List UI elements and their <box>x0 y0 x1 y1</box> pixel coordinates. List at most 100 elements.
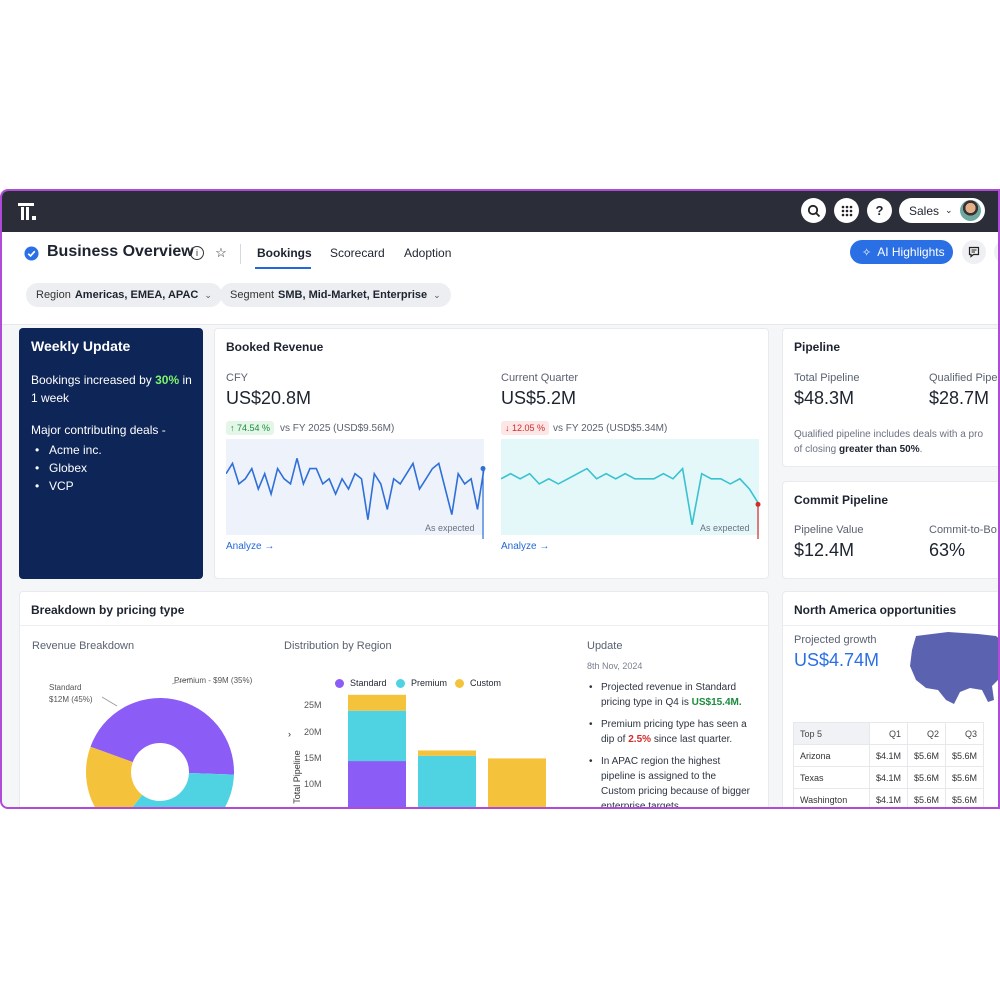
legend-label: Custom <box>470 678 502 688</box>
pie-label-premium: Premium - $9M (35%) <box>174 676 253 685</box>
booked-revenue-title: Booked Revenue <box>226 340 324 354</box>
quarter-analyze-link[interactable]: Analyze → <box>501 541 549 552</box>
pipeline-title: Pipeline <box>794 340 841 354</box>
table-header[interactable]: Q2 <box>907 722 947 745</box>
y-tick: 15M <box>304 753 322 763</box>
pie-label-standard-value: $12M (45%) <box>49 695 93 704</box>
segment-filter-label: Segment <box>230 289 275 301</box>
legend-dot <box>396 678 405 688</box>
legend-standard: Standard <box>335 678 387 688</box>
pricing-breakdown-card: Breakdown by pricing type Revenue Breakd… <box>19 591 770 807</box>
table-header[interactable]: Top 5 <box>793 722 870 745</box>
segment-filter[interactable]: Segment SMB, Mid-Market, Enterprise ⌄ <box>220 283 451 307</box>
deals-heading: Major contributing deals - <box>31 423 166 437</box>
commit-ratio-label: Commit-to-Bo <box>929 524 997 536</box>
org-selector[interactable]: Sales ⌄ <box>899 198 985 223</box>
help-icon[interactable]: ? <box>867 198 892 223</box>
tab-bookings[interactable]: Bookings <box>257 246 312 260</box>
pipeline-note-threshold: greater than 50% <box>839 444 920 455</box>
projected-growth-value: US$4.74M <box>794 650 880 670</box>
search-icon[interactable] <box>801 198 826 223</box>
table-header[interactable]: Q1 <box>868 722 909 745</box>
us-map <box>910 632 998 704</box>
y-tick: 10M <box>304 779 322 789</box>
arrow-up-icon: ↑ <box>230 423 238 433</box>
list-item: Acme inc. <box>49 441 102 459</box>
table-row[interactable]: Arizona $4.1M $5.6M $5.6M <box>793 744 985 767</box>
legend-premium: Premium <box>396 678 447 688</box>
apps-grid-icon[interactable] <box>834 198 859 223</box>
update-date: 8th Nov, 2024 <box>587 661 643 671</box>
legend-dot <box>455 678 464 688</box>
ai-highlights-label: AI Highlights <box>877 245 945 259</box>
nao-title: North America opportunities <box>794 603 957 617</box>
ai-highlights-button[interactable]: ✧ AI Highlights <box>850 240 953 264</box>
more-button[interactable] <box>994 240 998 264</box>
cfy-caption: As expected <box>425 523 475 533</box>
region-filter-value: Americas, EMEA, APAC <box>74 289 199 301</box>
comment-icon[interactable] <box>962 240 986 264</box>
update-text: since last quarter. <box>653 734 733 745</box>
page-title: Business Overview <box>47 243 194 260</box>
list-item: Projected revenue in Standard pricing ty… <box>587 680 752 710</box>
segment-filter-value: SMB, Mid-Market, Enterprise <box>278 289 428 301</box>
table-cell: $5.6M <box>945 788 985 807</box>
chevron-down-icon: ⌄ <box>204 289 212 300</box>
table-row[interactable]: Washington $4.1M $5.6M $5.6M <box>793 788 985 807</box>
table-row[interactable]: Texas $4.1M $5.6M $5.6M <box>793 766 985 789</box>
north-america-card: North America opportunities Projected gr… <box>782 591 998 807</box>
chevron-right-icon[interactable]: › <box>288 729 291 739</box>
legend-label: Premium <box>411 678 448 688</box>
pie-label-standard: Standard $12M (45%) <box>49 682 93 706</box>
current-point <box>755 501 761 507</box>
pipeline-value: $12.4M <box>794 540 855 560</box>
avatar[interactable] <box>960 200 981 221</box>
table-cell: $5.6M <box>907 744 947 767</box>
weekly-update-summary: Bookings increased by 30% in 1 week <box>31 371 196 407</box>
top-bar: ? Sales ⌄ <box>2 191 998 232</box>
bar-custom <box>418 750 476 756</box>
tab-adoption[interactable]: Adoption <box>404 246 451 260</box>
chart-background <box>501 439 759 535</box>
table-cell: $5.6M <box>945 744 985 767</box>
chevron-down-icon: ⌄ <box>945 205 953 215</box>
table-cell: Washington <box>793 788 870 807</box>
list-item: Premium pricing type has seen a dip of 2… <box>587 717 752 747</box>
pipeline-note-line1: Qualified pipeline includes deals with a… <box>794 429 984 440</box>
region-filter-label: Region <box>36 289 71 301</box>
table-cell: $4.1M <box>868 744 909 767</box>
cfy-change-badge: ↑ 74.54 % <box>226 421 275 435</box>
divider <box>240 244 241 264</box>
page-header: Business Overview i ☆ Bookings Scorecard… <box>2 232 998 325</box>
top5-table: Top 5 Q1 Q2 Q3 Arizona $4.1M $5.6M $5.6M… <box>793 722 985 807</box>
current-point <box>480 466 486 472</box>
bar-custom <box>488 758 546 807</box>
weekly-update-card: Weekly Update Bookings increased by 30% … <box>19 328 203 579</box>
info-icon[interactable]: i <box>190 246 204 260</box>
projected-growth-label: Projected growth <box>794 634 877 646</box>
app-logo[interactable] <box>16 201 38 223</box>
legend-custom: Custom <box>455 678 501 688</box>
commit-pipeline-card: Commit Pipeline Pipeline Value $12.4M Co… <box>782 481 998 579</box>
table-cell: Arizona <box>793 744 870 767</box>
region-distribution-heading: Distribution by Region <box>284 640 392 652</box>
y-tick: 25M <box>304 700 322 710</box>
table-cell: $5.6M <box>907 766 947 789</box>
list-item: Globex <box>49 459 102 477</box>
table-header[interactable]: Q3 <box>945 722 985 745</box>
booked-revenue-card: Booked Revenue CFY US$20.8M ↑ 74.54 % vs… <box>214 328 769 579</box>
tab-scorecard[interactable]: Scorecard <box>330 246 385 260</box>
total-pipeline-label: Total Pipeline <box>794 372 860 384</box>
region-filter[interactable]: Region Americas, EMEA, APAC ⌄ <box>26 283 222 307</box>
pipeline-note-end: . <box>919 444 923 455</box>
cfy-value: US$20.8M <box>226 388 312 408</box>
weekly-update-title: Weekly Update <box>31 338 131 354</box>
total-pipeline-value: $48.3M <box>794 388 855 408</box>
star-icon[interactable]: ☆ <box>214 245 228 260</box>
region-bar-chart <box>348 694 546 807</box>
table-cell: $5.6M <box>907 788 947 807</box>
table-cell: $4.1M <box>868 766 909 789</box>
cfy-analyze-link[interactable]: Analyze → <box>226 541 274 552</box>
chevron-down-icon: ⌄ <box>433 289 441 300</box>
bar-standard <box>348 761 406 807</box>
